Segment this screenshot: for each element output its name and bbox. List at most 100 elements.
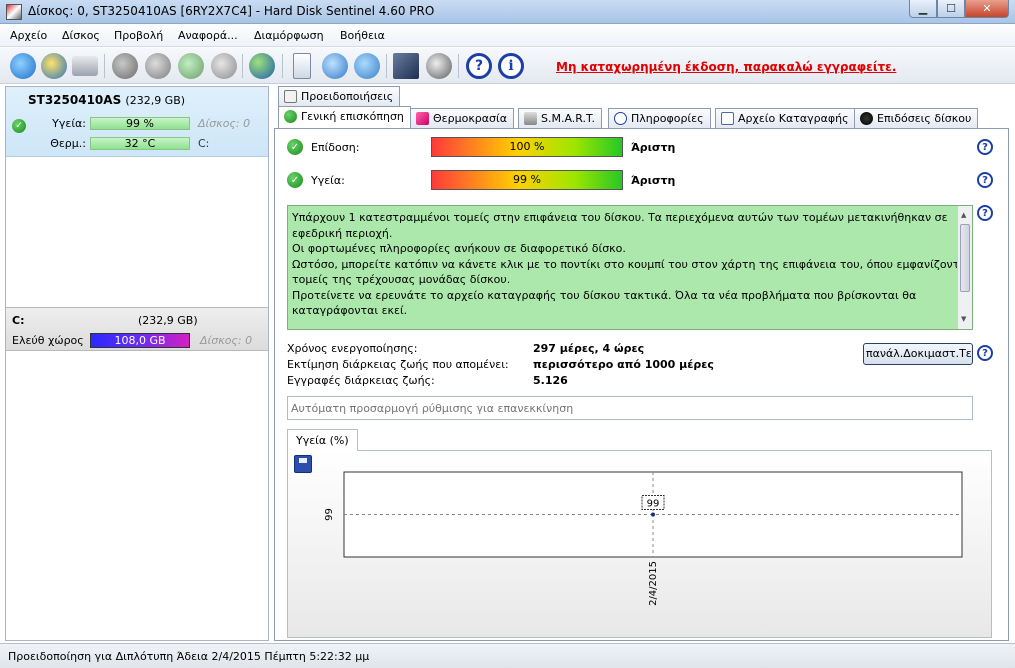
menu-disk[interactable]: Δίσκος [62, 29, 100, 42]
scrollbar-thumb[interactable] [960, 224, 970, 292]
speaker-icon[interactable] [426, 53, 452, 79]
wrench-icon[interactable] [211, 53, 237, 79]
window-controls: ▁ ☐ ✕ [909, 0, 1009, 18]
health-label: Υγεία: [52, 117, 86, 130]
smart-icon [524, 112, 537, 125]
disk-grey-icon[interactable] [112, 53, 138, 79]
health-bar: 99 % [431, 170, 623, 190]
thermometer-icon [416, 112, 429, 125]
x-tick-label: 2/4/2015 [648, 561, 659, 606]
volume-size: (232,9 GB) [138, 314, 198, 327]
help-icon[interactable]: ? [977, 345, 993, 361]
toolbar-separator [242, 54, 243, 78]
lifetime-value: περισσότερο από 1000 μέρες [533, 358, 714, 371]
records-label: Εγγραφές διάρκειας ζωής: [287, 374, 435, 387]
lifetime-label: Εκτίμηση διάρκειας ζωής που απομένει: [287, 358, 509, 371]
tab-label: S.M.A.R.T. [541, 112, 595, 125]
scroll-down-icon[interactable]: ▼ [961, 312, 966, 328]
menu-configuration[interactable]: Διαμόρφωση [254, 29, 324, 42]
performance-label: Επίδοση: [311, 141, 360, 154]
globe-icon[interactable] [249, 53, 275, 79]
data-label: 99 [647, 499, 660, 510]
sync-icon[interactable] [322, 53, 348, 79]
disk-icon[interactable] [72, 56, 98, 76]
network-icon[interactable] [354, 53, 380, 79]
data-point [651, 512, 655, 517]
toolbar-separator [282, 54, 283, 78]
toolbar: ? i Μη καταχωρημένη έκδοση, παρακαλώ εγγ… [0, 48, 1015, 84]
help-icon[interactable]: ? [977, 205, 993, 221]
tab-warnings[interactable]: Προειδοποιήσεις [278, 86, 401, 106]
menu-help[interactable]: Βοήθεια [340, 29, 385, 42]
disk-name: ST3250410AS (232,9 GB) [28, 93, 185, 107]
tab-performance[interactable]: Επιδόσεις δίσκου [854, 108, 979, 128]
disk-model: ST3250410AS [28, 93, 122, 107]
check-icon [284, 110, 297, 123]
disk-size: (232,9 GB) [125, 94, 186, 107]
temperature-label: Θερμ.: [50, 137, 86, 150]
message-line: τομείς της τρέχουσας μονάδας δίσκου. [292, 273, 511, 286]
title-bar: Δίσκος: 0, ST3250410AS [6RY2X7C4] - Hard… [0, 0, 1015, 24]
menu-view[interactable]: Προβολή [114, 29, 163, 42]
message-line: Οι φορτωμένες πληροφορίες ανήκουν σε δια… [292, 242, 626, 255]
check-icon: ✓ [287, 139, 303, 155]
warning-icon[interactable] [41, 53, 67, 79]
disk-card[interactable]: ST3250410AS (232,9 GB) ✓ Υγεία: 99 % Δίσ… [6, 87, 268, 157]
status-text: Προειδοποίηση για Διπλότυπη Άδεια 2/4/20… [8, 650, 370, 663]
check-icon: ✓ [12, 119, 26, 133]
info-icon [614, 112, 627, 125]
help-icon[interactable]: ? [466, 53, 492, 79]
y-tick-label: 99 [324, 508, 335, 521]
test-button[interactable]: πανάλ.Δοκιμαστ.Τεσ [863, 343, 973, 365]
toolbar-separator [104, 54, 105, 78]
uptime-value: 297 μέρες, 4 ώρες [533, 342, 645, 355]
volume-card[interactable]: C: (232,9 GB) Ελεύθ χώρος 108,0 GB Δίσκο… [6, 307, 268, 351]
tab-information[interactable]: Πληροφορίες [608, 108, 711, 128]
uptime-label: Χρόνος ενεργοποίησης: [287, 342, 418, 355]
maximize-button[interactable]: ☐ [937, 0, 965, 18]
disk-list-panel: ST3250410AS (232,9 GB) ✓ Υγεία: 99 % Δίσ… [5, 86, 269, 641]
refresh-icon[interactable] [10, 53, 36, 79]
health-status: Άριστη [631, 174, 676, 187]
disk-check2-icon[interactable] [178, 53, 204, 79]
message-scrollbar[interactable]: ▲ ▼ [957, 206, 972, 329]
tab-temperature[interactable]: Θερμοκρασία [410, 108, 514, 128]
tab-label: Πληροφορίες [631, 112, 704, 125]
gauge-icon [860, 112, 873, 125]
menu-report[interactable]: Αναφορά... [178, 29, 238, 42]
tab-label: Επιδόσεις δίσκου [877, 112, 972, 125]
window-title: Δίσκος: 0, ST3250410AS [6RY2X7C4] - Hard… [28, 4, 435, 18]
performance-bar: 100 % [431, 137, 623, 157]
tab-log[interactable]: Αρχείο Καταγραφής [715, 108, 856, 128]
menu-file[interactable]: Αρχείο [10, 29, 47, 42]
document-icon [284, 90, 297, 103]
auto-adjust-input[interactable] [287, 396, 973, 420]
message-line: Προτείνετε να ερευνάτε το αρχείο καταγρα… [292, 288, 917, 302]
register-link[interactable]: Μη καταχωρημένη έκδοση, παρακαλώ εγγραφε… [556, 60, 896, 74]
chart-icon[interactable] [393, 53, 419, 79]
help-icon[interactable]: ? [977, 172, 993, 188]
help-icon[interactable]: ? [977, 139, 993, 155]
log-icon [721, 112, 734, 125]
report-icon[interactable] [293, 53, 311, 79]
disk-check-icon[interactable] [145, 53, 171, 79]
tab-overview[interactable]: Γενική επισκόπηση [278, 106, 411, 128]
health-disk-label: Δίσκος: 0 [198, 117, 251, 130]
chart-svg: 99 2/4/2015 99 [324, 471, 963, 606]
message-line: εφεδρική περιοχή. [292, 226, 393, 240]
check-icon: ✓ [287, 172, 303, 188]
status-bar: Προειδοποίηση για Διπλότυπη Άδεια 2/4/20… [0, 643, 1015, 668]
volume-letter: C: [12, 314, 25, 327]
toolbar-separator [386, 54, 387, 78]
performance-status: Άριστη [631, 141, 676, 154]
scroll-up-icon[interactable]: ▲ [961, 208, 966, 224]
temperature-drive: C: [198, 137, 210, 150]
tab-label: Προειδοποιήσεις [301, 90, 394, 103]
chart-tab-health[interactable]: Υγεία (%) [287, 429, 358, 451]
health-chart: 99 2/4/2015 99 [287, 450, 992, 638]
close-button[interactable]: ✕ [965, 0, 1009, 18]
app-icon [6, 4, 22, 20]
minimize-button[interactable]: ▁ [909, 0, 937, 18]
info-icon[interactable]: i [498, 53, 524, 79]
tab-smart[interactable]: S.M.A.R.T. [518, 108, 602, 128]
